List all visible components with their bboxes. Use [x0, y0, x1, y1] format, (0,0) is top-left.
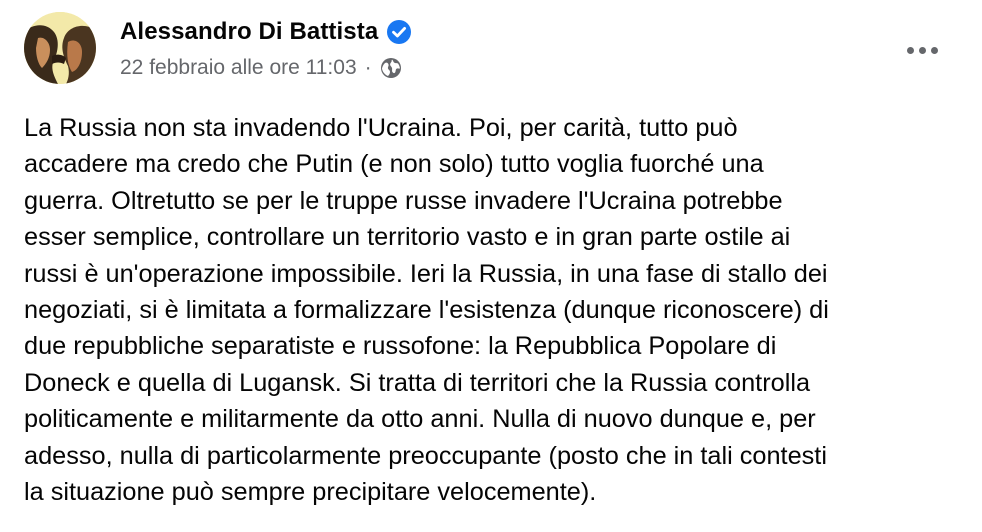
more-options-icon [906, 46, 914, 54]
post-text-line: accadere ma credo che Putin (e non solo)… [24, 150, 764, 179]
verified-badge-icon [386, 19, 412, 45]
post-text-line: la situazione può sempre precipitare vel… [24, 478, 597, 507]
facebook-post: Alessandro Di Battista 22 febbraio alle … [0, 0, 982, 532]
post-text-line: Doneck e quella di Lugansk. Si tratta di… [24, 368, 811, 397]
post-text-line: negoziati, si è limitata a formalizzare … [24, 296, 829, 325]
meta-separator: · [364, 56, 372, 79]
more-options-button[interactable] [898, 30, 946, 70]
author-name[interactable]: Alessandro Di Battista [120, 18, 378, 46]
post-meta: 22 febbraio alle ore 11:03 · [120, 53, 403, 83]
post-text-line: politicamente e militarmente da otto ann… [24, 405, 816, 434]
post-text-line: guerra. Oltretutto se per le truppe russ… [24, 186, 783, 215]
globe-icon[interactable] [379, 56, 403, 80]
author-row: Alessandro Di Battista [120, 14, 412, 50]
avatar[interactable] [24, 12, 96, 84]
post-timestamp[interactable]: 22 febbraio alle ore 11:03 [120, 56, 357, 80]
post-text: La Russia non sta invadendo l'Ucraina. P… [24, 110, 964, 510]
post-text-line: due repubbliche separatiste e russofone:… [24, 332, 777, 361]
post-text-line: adesso, nulla di particolarmente preoccu… [24, 441, 827, 470]
post-text-line: esser semplice, controllare un territori… [24, 223, 791, 252]
post-text-line: La Russia non sta invadendo l'Ucraina. P… [24, 114, 738, 142]
more-options-icon [930, 46, 938, 54]
post-text-line: russi è un'operazione impossibile. Ieri … [24, 259, 828, 288]
more-options-icon [918, 46, 926, 54]
profile-photo-icon [24, 12, 96, 84]
